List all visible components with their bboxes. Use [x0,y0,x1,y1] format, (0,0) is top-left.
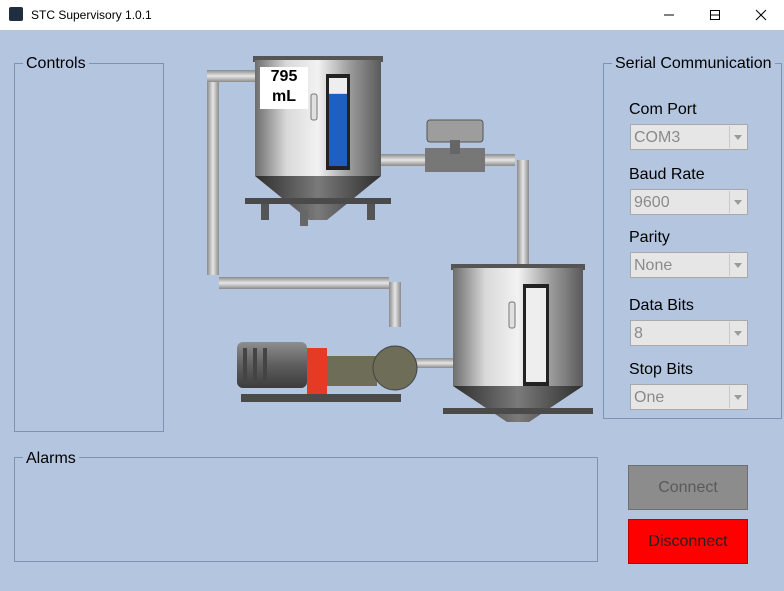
controls-label: Controls [23,55,89,73]
baud-rate-value: 9600 [634,194,670,211]
tank-volume-display: 795 mL [260,67,308,109]
data-bits-select[interactable]: 8 [630,320,748,346]
chevron-down-icon [729,254,746,276]
lower-tank-level-track [526,288,546,382]
minimize-btn[interactable] [646,0,692,30]
parity-label: Parity [629,229,670,246]
baud-rate-label: Baud Rate [629,166,705,183]
tank-volume-unit: mL [272,88,296,105]
client-area: Controls Alarms Serial Communication Com… [0,30,784,591]
serial-communication-label: Serial Communication [612,55,775,73]
disconnect-button[interactable]: Disconnect [628,519,748,564]
com-port-select[interactable]: COM3 [630,124,748,150]
minimize-glyph-icon [664,14,674,16]
close-button[interactable] [738,0,784,30]
stop-bits-label: Stop Bits [629,361,694,378]
data-bits-value: 8 [634,325,643,342]
parity-select[interactable]: None [630,252,748,278]
tank-volume-value: 795 [270,68,298,85]
chevron-down-icon [729,191,746,213]
close-icon [755,9,767,21]
window-title: STC Supervisory 1.0.1 [31,8,152,22]
data-bits-label: Data Bits [629,297,694,314]
chevron-down-icon [729,126,746,148]
maximize-btn[interactable] [692,0,738,30]
alarms-label: Alarms [23,450,79,468]
controls-group [14,63,164,432]
maximize-icon [710,10,720,20]
app-icon [9,7,23,21]
baud-rate-select[interactable]: 9600 [630,189,748,215]
com-port-value: COM3 [634,129,681,146]
app-window: STC Supervisory 1.0.1 Controls Alarms Se… [0,0,784,591]
stop-bits-value: One [634,389,665,406]
chevron-down-icon [729,322,746,344]
com-port-label: Com Port [629,101,697,118]
chevron-down-icon [729,386,746,408]
lower-tank [443,264,593,422]
pump-motor [237,342,418,402]
process-diagram [207,56,593,422]
parity-value: None [634,257,673,274]
connect-button[interactable]: Connect [628,465,748,510]
stop-bits-select[interactable]: One [630,384,748,410]
alarms-group [14,457,598,562]
upper-tank-level-fill [329,93,347,166]
